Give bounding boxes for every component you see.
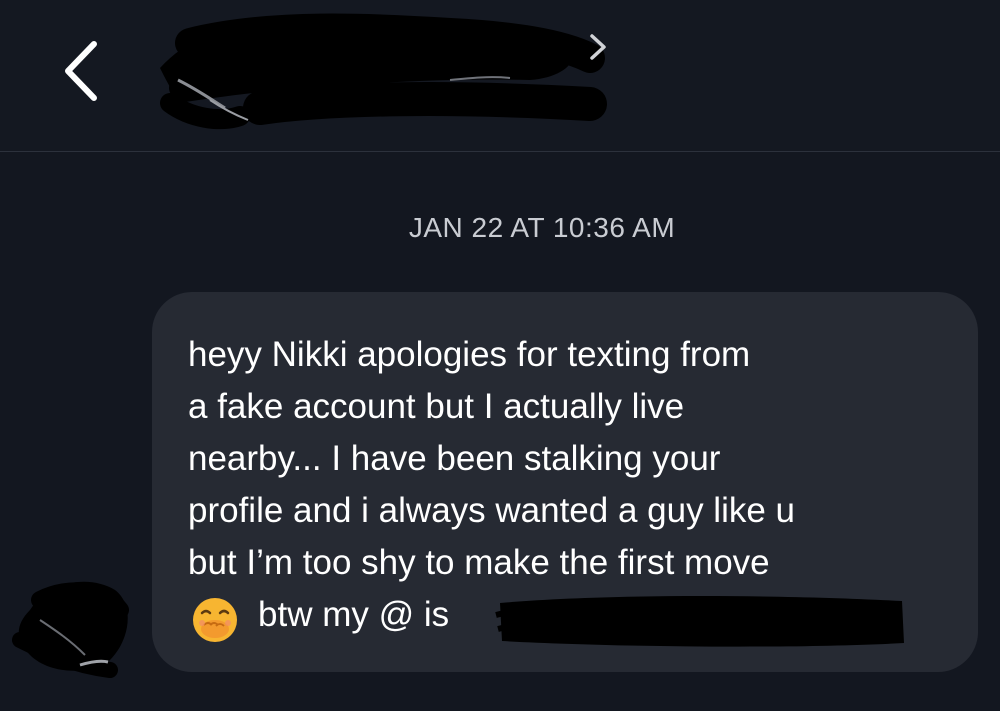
name-redaction-scribble: [160, 13, 607, 130]
message-line-5: but I’m too shy to make the first move: [188, 543, 770, 582]
chevron-right-icon: [590, 34, 606, 60]
conversation-header: M: [0, 0, 1000, 151]
contact-profile-chevron[interactable]: [586, 32, 610, 62]
message-line-2: a fake account but I actually live: [188, 387, 685, 426]
message-line-1: heyy Nikki apologies for texting from: [188, 335, 751, 374]
message-line-3: nearby... I have been stalking your: [188, 439, 721, 478]
sender-avatar-redacted[interactable]: [10, 570, 140, 680]
face-with-hand-over-mouth-icon: [193, 598, 237, 642]
back-button[interactable]: [56, 36, 106, 106]
chevron-left-icon: [65, 41, 97, 101]
message-line-6: btw my @ is: [258, 595, 450, 634]
header-divider: [0, 151, 1000, 152]
message-line-4: profile and i always wanted a guy like u: [188, 491, 796, 530]
message-timestamp: JAN 22 AT 10:36 AM: [408, 212, 676, 243]
handle-redaction-scribble: [495, 596, 904, 647]
